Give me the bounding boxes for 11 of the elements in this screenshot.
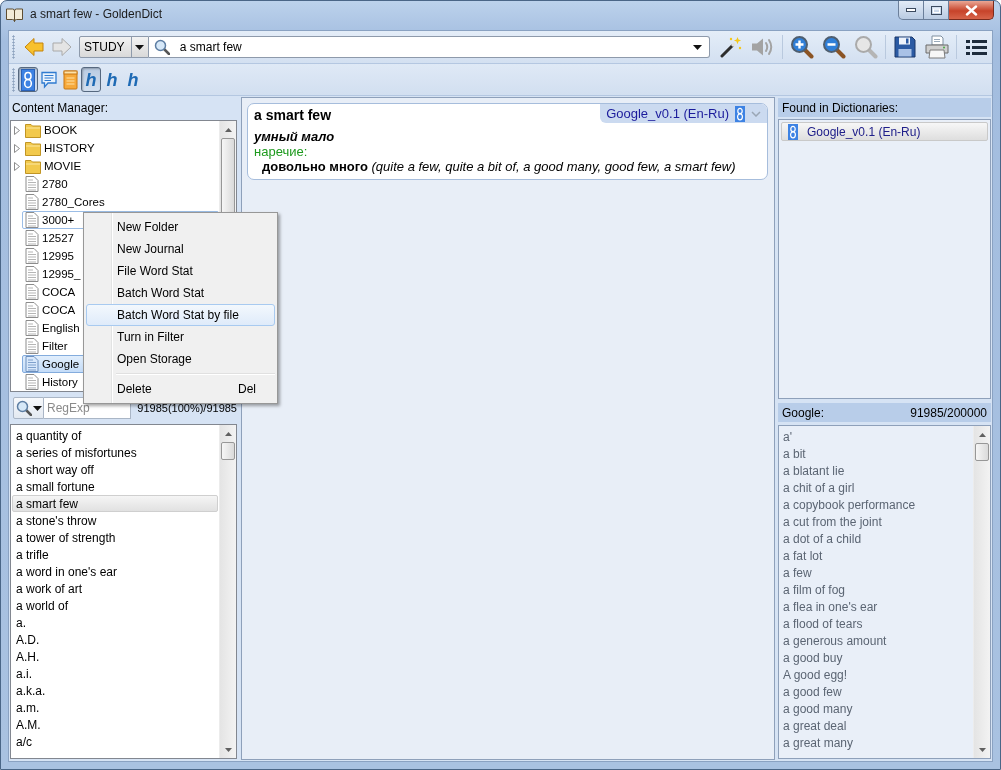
- part-of-speech: наречие:: [254, 144, 309, 159]
- headword: a smart few: [253, 106, 333, 123]
- entry-count: 91985/200000: [910, 405, 987, 420]
- panel-title: Found in Dictionaries:: [782, 100, 899, 115]
- panel-title: Google:: [782, 405, 825, 420]
- match-count: 91985(100%)/91985: [136, 402, 237, 414]
- translation-text: умный мало: [254, 129, 336, 144]
- window-title: a smart few - GoldenDict: [30, 7, 163, 21]
- panel-title: Content Manager:: [12, 101, 109, 115]
- shortcut-text: Del: [238, 382, 256, 396]
- definition-text: довольно много (quite a few, quite a bit of, a good many, good few, a smart few): [261, 159, 737, 174]
